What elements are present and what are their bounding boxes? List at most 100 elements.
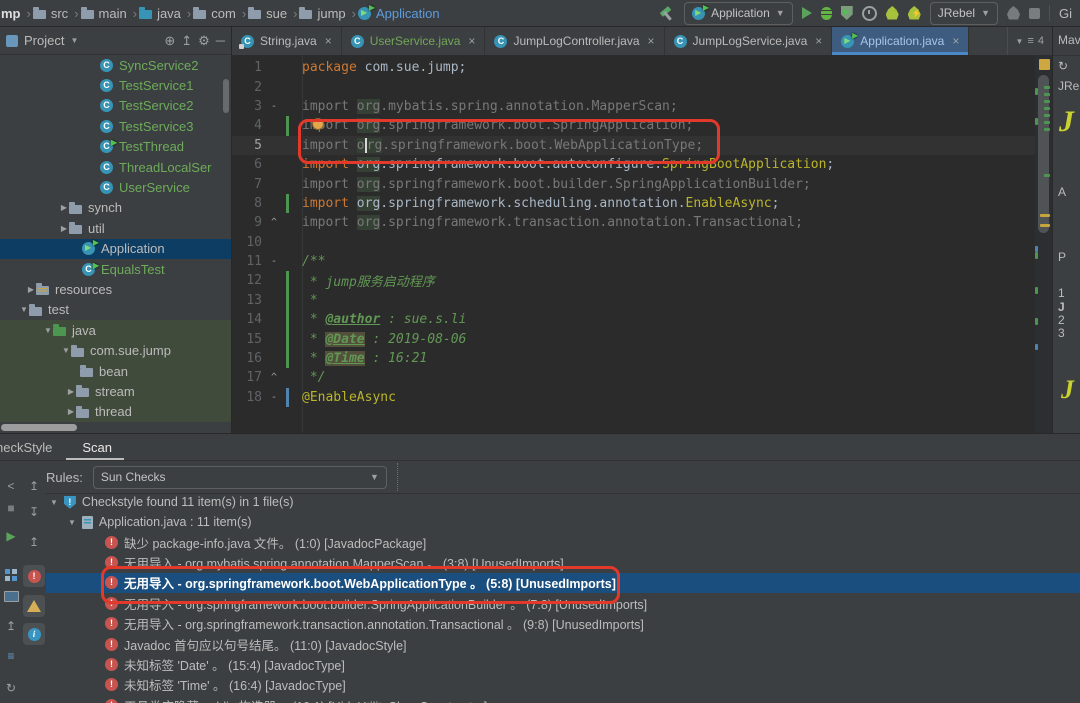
tree-horizontal-scrollbar[interactable] xyxy=(1,424,77,431)
tree-item-testthread[interactable]: TestThread xyxy=(0,136,231,157)
hidden-tabs-dropdown[interactable]: ▼ ≡ 4 xyxy=(1006,27,1052,55)
breadcrumb-item[interactable]: main xyxy=(80,6,127,21)
code-editor[interactable]: 1 package com.sue.jump; 2 3- import org.myba… xyxy=(232,55,1035,433)
checkstyle-item-row[interactable]: Javadoc 首句应以句号结尾。 (11:0) [JavadocStyle] xyxy=(46,634,1080,654)
maven-tab[interactable]: Mav xyxy=(1058,33,1080,47)
fold-marker[interactable]: - xyxy=(262,101,286,112)
tree-vertical-scrollbar[interactable] xyxy=(223,79,229,113)
code-line-7[interactable]: 7 import org.springframework.boot.builder… xyxy=(232,174,1035,193)
run-icon[interactable]: ▶ xyxy=(0,529,22,543)
code-line-16[interactable]: 16 * @Time : 16:21 xyxy=(232,348,1035,369)
collapse-all-icon[interactable]: ↥ xyxy=(22,535,46,549)
tree-item-application[interactable]: Application xyxy=(0,238,231,259)
collapse-all-icon[interactable]: ↥ xyxy=(181,33,192,49)
tree-item-equalstest[interactable]: EqualsTest xyxy=(0,259,231,279)
close-tab-icon[interactable]: × xyxy=(952,34,959,48)
tree-expand-icon[interactable]: ▼ xyxy=(61,346,71,355)
run-config-combo[interactable]: Application ▼ xyxy=(684,1,793,25)
profiler-button[interactable] xyxy=(861,5,877,21)
tree-item-util[interactable]: ▶ util xyxy=(0,218,231,238)
tree-item-synch[interactable]: ▶ synch xyxy=(0,198,231,218)
stop-button[interactable] xyxy=(1029,7,1040,19)
jrebel-run-button[interactable] xyxy=(885,6,899,20)
checkstyle-item-row[interactable]: 无用导入 - org.springframework.transaction.a… xyxy=(46,614,1080,634)
tree-expand-icon[interactable]: ▼ xyxy=(19,305,29,314)
code-line-6[interactable]: 6 import org.springframework.boot.autocon… xyxy=(232,155,1035,174)
code-line-12[interactable]: 12 * jump服务启动程序 xyxy=(232,271,1035,291)
hide-stripe-icon[interactable]: < xyxy=(0,479,22,493)
breadcrumb-item[interactable]: java xyxy=(139,6,181,21)
tree-expand-icon[interactable]: ▼ xyxy=(68,518,76,527)
code-line-18[interactable]: 18- @EnableAsync xyxy=(232,387,1035,408)
stop-icon[interactable]: ■ xyxy=(0,501,22,515)
editor-tab-application.java[interactable]: Application.java × xyxy=(832,27,970,55)
checkstyle-file-row[interactable]: ▼ Application.java : 11 item(s) xyxy=(46,512,1080,532)
tree-expand-icon[interactable]: ▼ xyxy=(50,498,58,507)
jrebel-debug-button[interactable]: ⚡ xyxy=(907,6,921,20)
checkstyle-item-row[interactable]: 无用导入 - org.springframework.boot.builder.… xyxy=(46,593,1080,613)
tree-expand-icon[interactable]: ▶ xyxy=(26,285,36,294)
filter-info-button[interactable] xyxy=(23,623,45,645)
coverage-grid-icon[interactable] xyxy=(0,563,22,577)
code-line-15[interactable]: 15 * @Date : 2019-08-06 xyxy=(232,329,1035,349)
hide-panel-icon[interactable]: ─ xyxy=(216,33,225,48)
checkstyle-item-row[interactable]: 缺少 package-info.java 文件。 (1:0) [JavadocP… xyxy=(46,532,1080,552)
run-button[interactable] xyxy=(801,7,812,19)
breadcrumb-item[interactable]: src xyxy=(32,6,68,21)
code-line-5[interactable]: 5 import o rg.springframework.boot.WebAppl… xyxy=(232,135,1035,155)
tree-expand-icon[interactable]: ▶ xyxy=(59,203,69,212)
code-line-3[interactable]: 3- import org.mybatis.spring.annotation.M… xyxy=(232,97,1035,116)
breadcrumb-item[interactable]: mp xyxy=(1,6,21,21)
code-line-14[interactable]: 14 * @author : sue.s.li xyxy=(232,310,1035,330)
code-line-1[interactable]: 1 package com.sue.jump; xyxy=(232,58,1035,77)
code-line-11[interactable]: 11- /** xyxy=(232,252,1035,271)
publish-icon[interactable]: ↥ xyxy=(0,619,22,633)
refresh-icon[interactable]: ↻ xyxy=(0,681,22,695)
breadcrumb-item[interactable]: Application xyxy=(358,3,440,21)
tree-expand-icon[interactable]: ▶ xyxy=(59,224,69,233)
tree-expand-icon[interactable]: ▼ xyxy=(43,326,53,335)
settings-gear-icon[interactable]: ⚙ xyxy=(198,33,210,49)
fold-marker[interactable]: ^ xyxy=(262,217,286,228)
build-hammer-icon[interactable] xyxy=(658,5,675,22)
checkstyle-summary-row[interactable]: ▼ Checkstyle found 11 item(s) in 1 file(s… xyxy=(46,492,1080,512)
tree-item-com.sue.jump[interactable]: ▼ com.sue.jump xyxy=(0,340,231,361)
coverage-button[interactable] xyxy=(840,6,853,20)
editor-tab-userservice.java[interactable]: UserService.java × xyxy=(342,27,486,55)
filter-warnings-button[interactable] xyxy=(23,595,45,617)
breadcrumb-item[interactable]: jump xyxy=(299,6,346,21)
fold-marker[interactable]: ^ xyxy=(262,372,286,383)
tree-item-testservice3[interactable]: TestService3 xyxy=(0,116,231,136)
editor-tab-jumplogservice.java[interactable]: JumpLogService.java × xyxy=(665,27,833,55)
tree-item-testservice1[interactable]: TestService1 xyxy=(0,75,231,95)
breadcrumb-item[interactable]: com xyxy=(193,6,236,21)
jrebel-disabled-icon[interactable] xyxy=(1007,6,1020,20)
code-line-8[interactable]: 8 import org.springframework.scheduling.a… xyxy=(232,193,1035,214)
close-tab-icon[interactable]: × xyxy=(815,34,822,48)
project-panel-title[interactable]: Project xyxy=(24,33,64,48)
code-line-17[interactable]: 17 ^ */ xyxy=(232,368,1035,387)
checkstyle-item-row[interactable]: 无用导入 - org.springframework.boot.WebAppli… xyxy=(46,572,1080,594)
close-tab-icon[interactable]: × xyxy=(468,34,475,48)
code-line-9[interactable]: 9 ^ import org.springframework.transaction… xyxy=(232,213,1035,232)
checkstyle-item-row[interactable]: 未知标签 'Date' 。 (15:4) [JavadocType] xyxy=(46,654,1080,674)
editor-tab-string.java[interactable]: String.java × xyxy=(232,27,342,55)
tree-expand-icon[interactable]: ▶ xyxy=(66,387,76,396)
code-line-10[interactable]: 10 xyxy=(232,233,1035,252)
tree-item-java[interactable]: ▼ java xyxy=(0,320,231,341)
filter-errors-button[interactable] xyxy=(23,565,45,587)
error-stripe[interactable] xyxy=(1035,55,1052,433)
git-widget-fragment[interactable]: Gi xyxy=(1059,6,1072,21)
refresh-icon[interactable]: ↻ xyxy=(1058,59,1068,73)
code-line-4[interactable]: 4 import org.springframework.boot.SpringA… xyxy=(232,116,1035,136)
fold-marker[interactable]: - xyxy=(262,256,286,267)
monitor-icon[interactable] xyxy=(0,591,22,605)
tree-item-threadlocalser[interactable]: ThreadLocalSer xyxy=(0,157,231,177)
locate-file-icon[interactable]: ⊕ xyxy=(164,33,175,49)
tree-item-userservice[interactable]: UserService xyxy=(0,177,231,197)
editor-scrollbar-thumb[interactable] xyxy=(1037,75,1049,233)
chevron-down-icon[interactable]: ▼ xyxy=(70,36,78,45)
tree-expand-icon[interactable]: ▶ xyxy=(66,407,76,416)
tree-item-thread[interactable]: ▶ thread xyxy=(0,401,231,423)
debug-button[interactable] xyxy=(820,6,832,20)
